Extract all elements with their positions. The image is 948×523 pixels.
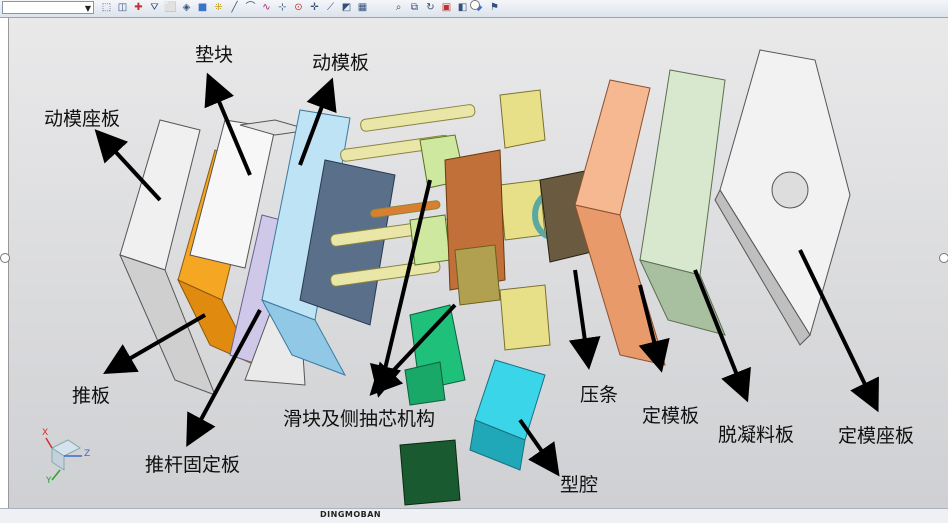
label-ejector-plate: 推板 — [72, 385, 111, 407]
label-spacer-block: 垫块 — [195, 44, 234, 66]
label-slider-mechanism: 滑块及侧抽芯机构 — [283, 408, 436, 430]
resize-handle-left[interactable] — [0, 253, 10, 263]
slider-block-lower — [404, 361, 446, 406]
label-retaining-strip: 压条 — [580, 384, 619, 406]
label-movable-plate: 动模板 — [312, 52, 370, 74]
label-stationary-clamp-plate: 定模座板 — [838, 425, 915, 447]
label-stationary-plate: 定模板 — [642, 405, 700, 427]
resize-handle-top[interactable] — [470, 0, 480, 10]
stationary-plate — [574, 79, 651, 216]
axis-y-label: Y — [46, 476, 52, 486]
label-stripper-plate: 脱凝料板 — [718, 424, 795, 446]
axis-triad — [45, 437, 82, 481]
axis-x-label: X — [42, 428, 49, 438]
axis-z-label: Z — [84, 449, 91, 459]
label-movable-clamp-plate: 动模座板 — [44, 108, 121, 130]
sprue-hole — [771, 171, 809, 209]
label-cavity: 型腔 — [560, 474, 599, 496]
mold-exploded-view — [45, 49, 879, 506]
active-part-name: DINGMOBAN — [320, 510, 382, 519]
slider-block-dark — [399, 439, 461, 506]
stripper-plate — [639, 69, 726, 276]
resize-handle-right[interactable] — [939, 253, 948, 263]
status-bar: DINGMOBAN — [0, 508, 948, 523]
label-ejector-retainer-plate: 推杆固定板 — [145, 454, 241, 476]
